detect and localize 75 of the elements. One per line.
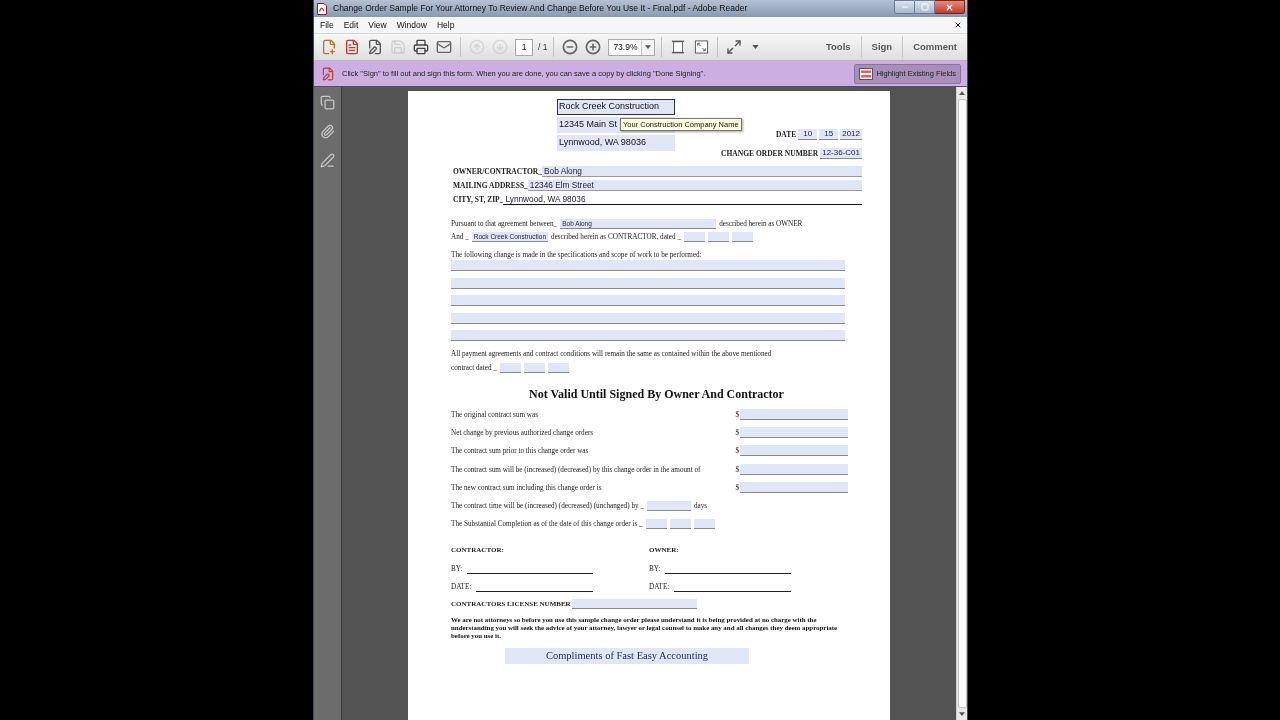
file-pen-icon — [367, 39, 383, 55]
menu-item[interactable]: Edit — [343, 19, 359, 31]
save-icon — [390, 39, 406, 55]
close-document-button[interactable] — [953, 20, 962, 30]
form-field[interactable]: 12346 Elm Street — [527, 180, 862, 191]
form-field[interactable]: Rock Creek Construction — [557, 99, 675, 115]
pen-icon[interactable] — [320, 153, 335, 168]
file-pen-icon — [321, 66, 335, 81]
panel-tab[interactable]: Comment — [903, 39, 967, 55]
form-heading: Not Valid Until Signed By Owner And Contractor — [528, 387, 785, 401]
form-field[interactable] — [499, 363, 521, 373]
form-field[interactable]: Lynnwood, WA 98036 — [557, 135, 675, 151]
form-field[interactable]: Compliments of Fast Easy Accounting — [505, 648, 749, 665]
close-icon — [945, 2, 954, 12]
close-icon — [953, 21, 962, 29]
form-field[interactable]: Lynnwood, WA 98036 — [503, 194, 862, 205]
menu-item[interactable]: Window — [396, 19, 427, 31]
page-icon — [671, 39, 686, 55]
paperclip-icon[interactable] — [320, 124, 335, 139]
pages-icon[interactable] — [320, 95, 335, 110]
form-field[interactable]: 12-36-C01 — [820, 148, 862, 159]
caret-down-icon — [751, 45, 759, 49]
maximize-button[interactable] — [915, 0, 935, 14]
form-field[interactable] — [523, 363, 545, 373]
expand-arrows-icon — [726, 39, 743, 55]
form-field[interactable]: 2012 — [840, 129, 862, 140]
close-button[interactable] — [935, 0, 965, 14]
document-icon — [317, 2, 327, 15]
mail-icon — [436, 39, 452, 55]
form-field[interactable] — [669, 519, 691, 530]
panel-tab[interactable]: Tools — [815, 39, 861, 55]
form-field[interactable] — [451, 295, 845, 306]
file-plus-icon — [321, 39, 337, 55]
form-field[interactable] — [451, 312, 845, 324]
form-field[interactable]: Bob Along — [542, 166, 862, 177]
scroll-down-icon[interactable] — [959, 712, 965, 716]
minimize-icon — [900, 3, 909, 11]
form-field[interactable] — [740, 445, 848, 457]
form-field[interactable]: 15 — [819, 129, 839, 140]
caret-down-icon — [645, 45, 652, 49]
page-number-field[interactable]: 1 — [515, 38, 533, 56]
form-field[interactable] — [740, 463, 848, 475]
form-field[interactable] — [684, 232, 706, 242]
print-icon — [413, 39, 429, 55]
page-count: / 1 — [538, 40, 548, 54]
scroll-up-icon[interactable] — [959, 91, 965, 95]
file-icon — [344, 39, 360, 55]
menu-item[interactable]: File — [320, 19, 334, 31]
form-field[interactable] — [740, 409, 848, 420]
window-title: Change Order Sample For Your Attorney To Review And Change Before You Use It - Final.pdf - Adobe Reader — [333, 2, 748, 15]
form-field[interactable] — [451, 330, 845, 341]
maximize-icon — [920, 3, 929, 11]
form-field[interactable]: 10 — [798, 129, 818, 140]
menu-item[interactable]: View — [368, 19, 387, 31]
form-field[interactable] — [571, 599, 697, 610]
zoom-dropdown[interactable]: 73.9% — [608, 38, 656, 56]
plus-icon — [585, 39, 602, 55]
form-field[interactable] — [451, 277, 845, 289]
form-fields-icon — [859, 67, 874, 80]
arrow-down-icon — [492, 39, 508, 55]
form-field[interactable] — [732, 232, 754, 242]
form-field[interactable] — [451, 260, 845, 271]
form-field[interactable] — [645, 519, 667, 530]
form-field[interactable] — [740, 427, 848, 439]
arrow-up-icon — [469, 39, 485, 55]
menu-item[interactable]: Help — [436, 19, 455, 31]
form-field[interactable] — [693, 519, 715, 530]
fit-page-icon — [693, 39, 709, 55]
panel-tab[interactable]: Sign — [861, 39, 903, 55]
minus-icon — [562, 39, 579, 55]
form-field[interactable] — [647, 500, 691, 511]
form-field[interactable] — [740, 481, 848, 493]
minimize-button[interactable] — [894, 0, 915, 14]
form-field[interactable] — [547, 363, 569, 373]
form-field[interactable] — [708, 232, 730, 242]
